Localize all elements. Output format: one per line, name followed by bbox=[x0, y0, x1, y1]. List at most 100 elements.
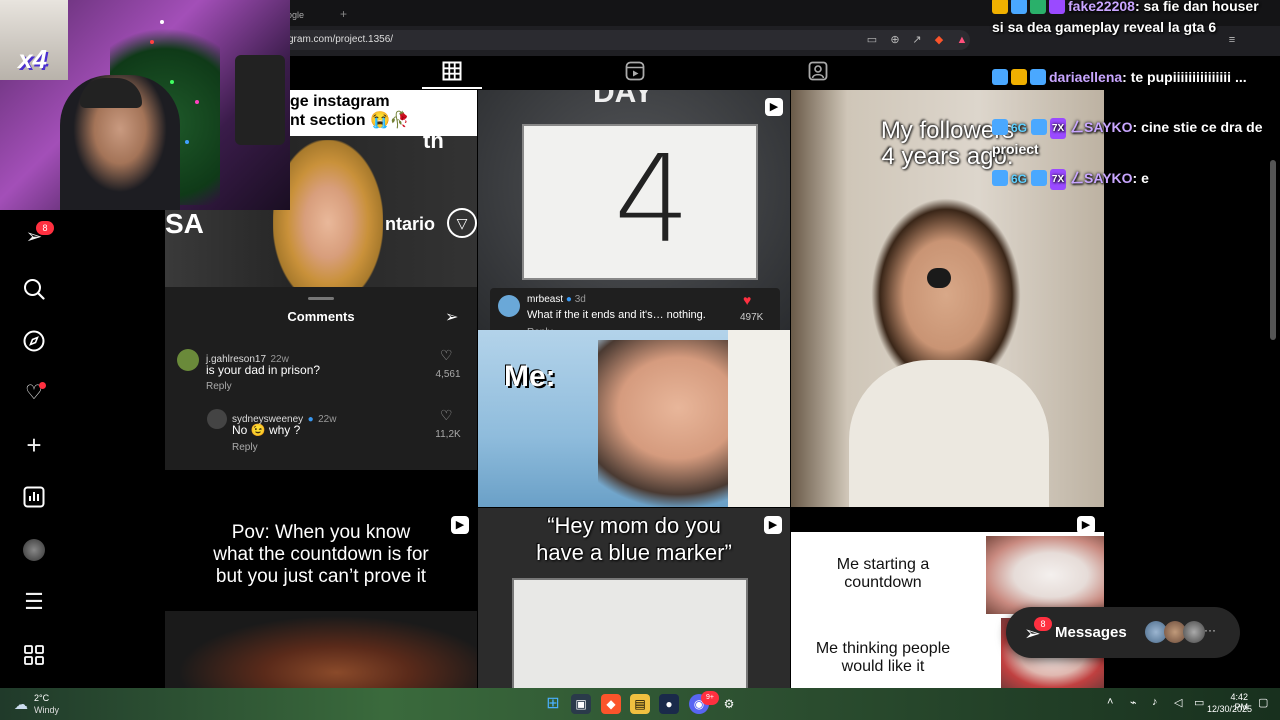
address-bar[interactable]: gram.com/project.1356/ ▭ ⊕ ↗ ◆ ▲ bbox=[280, 30, 970, 50]
tab-tagged[interactable] bbox=[803, 56, 833, 88]
verified-icon: ● bbox=[565, 294, 572, 305]
sidebar-item-dashboard[interactable] bbox=[20, 483, 48, 511]
sidebar-item-more[interactable]: ☰ bbox=[20, 588, 48, 616]
chat-text: te pupiiiiiiiiiiiiiii ... bbox=[1130, 69, 1247, 85]
grid-post-5[interactable]: ▶ “Hey mom do you have a blue marker” bbox=[478, 508, 790, 688]
weather-temp[interactable]: 2°C bbox=[34, 693, 49, 703]
sidebar-item-explore[interactable] bbox=[20, 327, 48, 355]
task-view-icon[interactable]: ▣ bbox=[571, 694, 591, 714]
start-windows-icon[interactable]: ⊞ bbox=[543, 694, 563, 714]
post-6-text1-line1: Me starting a bbox=[836, 556, 930, 573]
robot-badge-icon bbox=[1030, 170, 1047, 186]
plus-icon: + bbox=[26, 430, 42, 460]
chat-username: ㄥSAYKO bbox=[1070, 170, 1133, 186]
chat-message: fake22208: sa fie dan houser si sa dea g… bbox=[992, 0, 1259, 35]
chat-badge-text: 7X bbox=[1049, 169, 1067, 190]
brand-text-right: ntario bbox=[385, 214, 436, 234]
sub-badge-icon bbox=[1049, 0, 1065, 14]
comment-avatar bbox=[177, 349, 199, 371]
comment-likes: 4,561 bbox=[435, 369, 461, 380]
comment-text: No 😉 why ? bbox=[232, 423, 301, 437]
settings-gear-icon[interactable]: ⚙ bbox=[719, 694, 739, 714]
robot-badge-icon bbox=[1011, 0, 1027, 14]
battery-icon[interactable]: ▭ bbox=[1194, 696, 1204, 709]
chat-badge-text: 7X bbox=[1049, 118, 1067, 139]
post-4-caption-line2: what the countdown is for bbox=[213, 544, 429, 565]
grid-icon bbox=[442, 61, 462, 81]
reel-icon: ▶ bbox=[1077, 516, 1095, 534]
comment-avatar bbox=[498, 295, 520, 317]
new-tab-button[interactable]: + bbox=[340, 4, 347, 24]
meme-image: Me: bbox=[478, 330, 790, 507]
comment-likes: 11,2K bbox=[435, 429, 461, 440]
messages-drawer-button[interactable]: ➢ 8 Messages ··· bbox=[1006, 607, 1240, 658]
screen-cast-icon[interactable]: ▭ bbox=[865, 33, 879, 47]
hamburger-menu-icon: ☰ bbox=[24, 589, 44, 614]
tray-chevron-icon[interactable]: ˄ bbox=[1107, 696, 1113, 708]
sidebar-item-notifications[interactable]: ♡ bbox=[20, 379, 48, 407]
steam-icon[interactable]: ● bbox=[659, 694, 679, 714]
sidebar-item-also-from-meta[interactable] bbox=[20, 641, 48, 669]
tab-posts-grid[interactable] bbox=[437, 56, 467, 88]
streamer-webcam: x4 bbox=[0, 0, 290, 210]
active-tab-indicator bbox=[422, 87, 482, 89]
comment-text: is your dad in prison? bbox=[206, 363, 321, 377]
hammer-badge-icon bbox=[992, 170, 1008, 186]
reels-icon bbox=[625, 61, 645, 81]
chat-badge-text: 6G bbox=[1011, 172, 1028, 186]
messages-label: Messages bbox=[1055, 624, 1127, 641]
weather-desc: Windy bbox=[34, 705, 60, 715]
meme-label: Me: bbox=[504, 360, 556, 393]
speaker-icon[interactable]: ◁ bbox=[1174, 696, 1182, 709]
browser-tab[interactable]: ogle bbox=[275, 4, 435, 26]
robot-badge-icon bbox=[1030, 119, 1047, 135]
whiteboard-number: 4 bbox=[614, 131, 691, 270]
windows-taskbar: ☁ 2°C Windy ⊞ ▣ ◆ ▤ ● ◉ 9+ ⚙ ˄ ⌁ ♪ ◁ ▭ 4… bbox=[0, 688, 1280, 720]
brave-rewards-icon[interactable]: ▲ bbox=[955, 33, 969, 47]
sidebar-item-profile[interactable] bbox=[20, 536, 48, 564]
grid-post-6[interactable]: ▶ Me starting a countdown Me thinking pe… bbox=[791, 508, 1104, 688]
more-icon[interactable]: ··· bbox=[1204, 623, 1216, 637]
sidebar-item-create[interactable]: + bbox=[20, 431, 48, 459]
messages-badge: 8 bbox=[1034, 617, 1052, 631]
face-paint-image-1 bbox=[986, 536, 1104, 614]
scrollbar-thumb[interactable] bbox=[1270, 160, 1276, 340]
brave-shield-icon[interactable]: ◆ bbox=[932, 33, 946, 47]
liked-heart-icon: ♥ bbox=[743, 292, 752, 308]
sidebar-item-messages[interactable]: ➢ 8 bbox=[20, 221, 54, 251]
sidebar-item-search[interactable] bbox=[20, 275, 48, 303]
file-explorer-icon[interactable]: ▤ bbox=[630, 694, 650, 714]
post-4-caption-line3: but you just can’t prove it bbox=[215, 566, 427, 587]
tab-reels[interactable] bbox=[620, 56, 650, 88]
comments-title: Comments bbox=[287, 309, 355, 324]
sheet-handle bbox=[308, 297, 334, 300]
comment-time: 3d bbox=[574, 294, 586, 305]
post-1-caption-line1: ge instagram bbox=[290, 93, 390, 110]
comment-text: What if the it ends and it's… nothing. bbox=[527, 309, 706, 321]
whiteboard bbox=[512, 578, 748, 688]
post-4-image bbox=[165, 611, 477, 688]
bars-badge-icon bbox=[1030, 0, 1046, 14]
chat-message: 6G 7X ㄥSAYKO: cine stie ce dra de proiec… bbox=[992, 118, 1263, 157]
post-6-text2-line1: Me thinking people bbox=[815, 640, 951, 657]
comments-sheet: Comments ➢ j.gahlreson17 22w is your dad… bbox=[165, 287, 477, 470]
share-icon[interactable]: ↗ bbox=[910, 33, 924, 47]
zoom-icon[interactable]: ⊕ bbox=[888, 33, 902, 47]
post-4-caption-line1: Pov: When you know bbox=[231, 522, 411, 543]
heart-icon: ♡ bbox=[440, 347, 453, 363]
network-icon[interactable]: ⌁ bbox=[1130, 696, 1137, 709]
comment-likes: 497K bbox=[740, 312, 764, 323]
mic-icon[interactable]: ♪ bbox=[1152, 696, 1158, 708]
grid-post-4[interactable]: ▶ Pov: When you know what the countdown … bbox=[165, 508, 477, 688]
comment-reply: Reply bbox=[232, 442, 258, 453]
discord-badge: 9+ bbox=[701, 691, 719, 705]
chat-message: dariaellena: te pupiiiiiiiiiiiiiii ... bbox=[992, 67, 1274, 88]
notification-center-icon[interactable]: ▢ bbox=[1258, 696, 1268, 709]
robot-badge-icon bbox=[1030, 69, 1046, 85]
ig-sidebar: ➢ 8 ♡ + ☰ bbox=[0, 210, 68, 690]
url-text: gram.com/project.1356/ bbox=[288, 34, 394, 45]
comment-time: 22w bbox=[318, 414, 337, 425]
grid-post-2[interactable]: DAY 4 ▶ mrbeast ● 3d What if the it ends… bbox=[478, 90, 790, 507]
brave-browser-icon[interactable]: ◆ bbox=[601, 694, 621, 714]
chat-username: fake22208 bbox=[1068, 0, 1135, 14]
